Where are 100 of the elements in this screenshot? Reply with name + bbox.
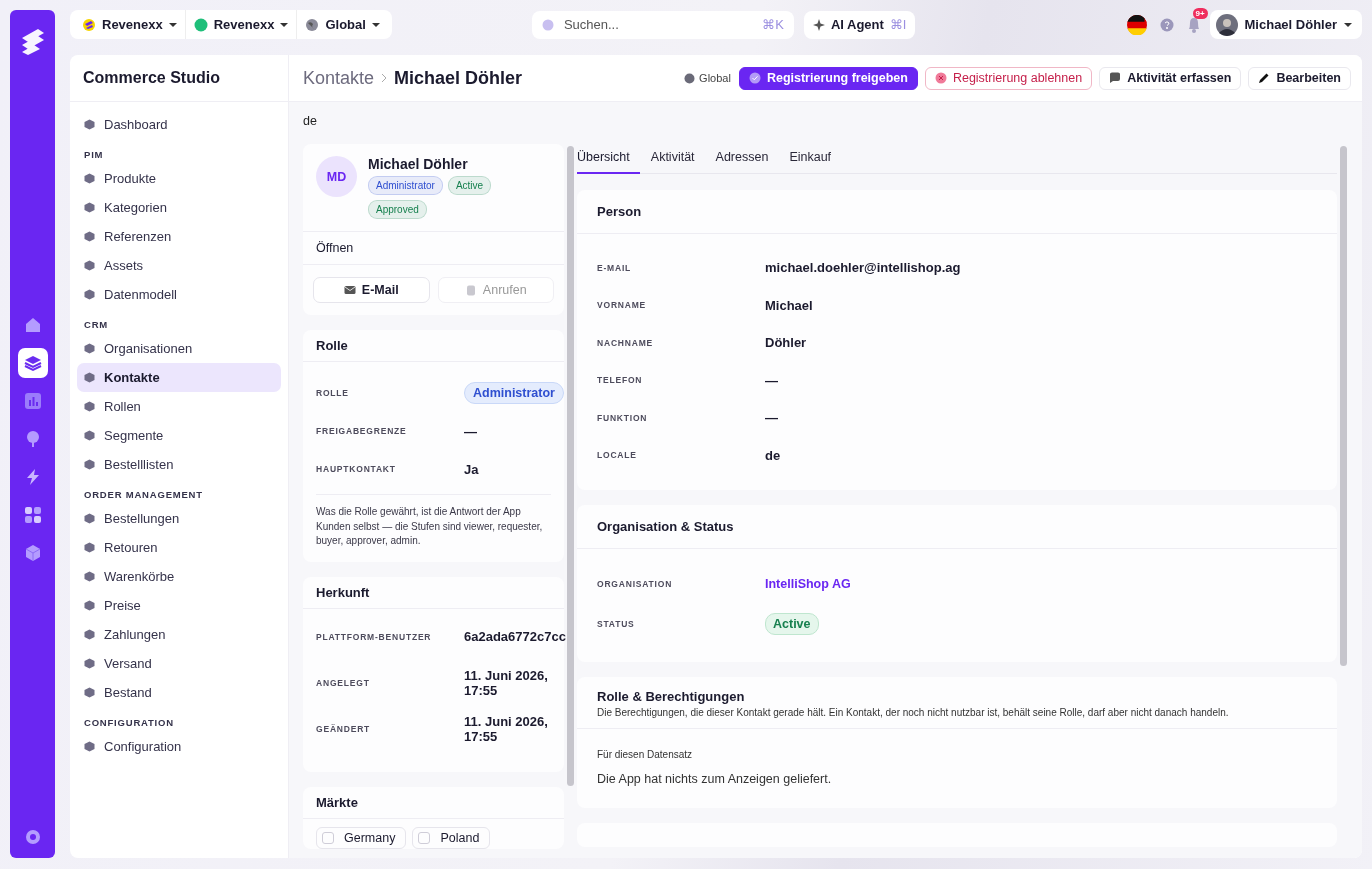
action-button[interactable]: Aktivität erfassen [1099, 66, 1242, 90]
cube-icon [84, 658, 95, 669]
scope-label: Global [699, 72, 731, 84]
nav-item[interactable]: Bestelllisten [77, 450, 281, 479]
section-label: CONFIGURATION [83, 716, 175, 730]
nav-item[interactable]: Bestand [77, 678, 281, 707]
cube-icon [84, 687, 95, 698]
cube-icon [84, 202, 95, 213]
field-label: ROLLE [316, 388, 350, 398]
help-icon[interactable] [1159, 17, 1174, 32]
nav-item[interactable]: Versand [77, 649, 281, 678]
search-input[interactable]: Suchen... [561, 16, 755, 33]
cube-icon [84, 289, 95, 300]
card-title: Person [577, 190, 1337, 234]
tab[interactable]: Einkauf [789, 150, 842, 174]
cube-icon [84, 459, 95, 470]
nav-item[interactable]: Warenkörbe [77, 562, 281, 591]
tab[interactable]: Aktivität [650, 150, 705, 174]
chevron-icon [381, 73, 388, 83]
contact-name: Michael Döhler [368, 156, 469, 172]
card-title: Herkunft [303, 576, 564, 609]
nav-item[interactable]: Datenmodell [77, 280, 281, 309]
nav-item[interactable]: Zahlungen [77, 620, 281, 649]
context-switcher[interactable]: Global [297, 10, 388, 39]
market-checkbox[interactable]: Germany [316, 826, 407, 849]
nav-item[interactable]: Produkte [77, 164, 281, 193]
bell-icon[interactable] [1186, 16, 1201, 33]
field-label: NACHNAME [597, 337, 654, 348]
market-checkbox[interactable]: Poland [412, 826, 491, 849]
pencil-icon [1258, 72, 1271, 84]
layers-icon [23, 354, 42, 372]
field-value: — [765, 410, 779, 426]
nav-item[interactable]: Organisationen [77, 334, 281, 363]
scrollbar[interactable] [1340, 146, 1347, 666]
globe-icon [684, 72, 696, 84]
tab[interactable]: Übersicht [577, 150, 640, 174]
nav-item[interactable]: Dashboard [77, 110, 281, 139]
field-value: Döhler [765, 335, 808, 351]
contact-button[interactable]: E-Mail [313, 277, 430, 303]
card-title: Rolle & Berechtigungen [597, 689, 746, 704]
nav-item[interactable]: Referenzen [77, 222, 281, 251]
field-value: Ja [464, 461, 480, 477]
field-value: Michael [765, 297, 814, 313]
organisation-link[interactable]: IntelliShop AG [765, 577, 1317, 591]
nav-item[interactable]: Bestellungen [77, 504, 281, 533]
field-value: michael.doehler@intellishop.ag [765, 260, 962, 276]
nav-item[interactable]: Rollen [77, 392, 281, 421]
nav-item[interactable]: Retouren [77, 533, 281, 562]
brand-icon [82, 17, 96, 32]
cube-icon [84, 430, 95, 441]
field-value: 11. Juni 2026, 17:55 [464, 667, 549, 698]
section-label: ORDER MANAGEMENT [83, 488, 204, 502]
role-badge: Administrator [464, 382, 564, 404]
context-switcher[interactable]: Revenexx [74, 10, 186, 39]
card-subtitle: Die Berechtigungen, die dieser Kontakt gerade hält. Ein Kontakt, der noch nicht nutzbar ist, behält seine Rolle, darf aber nicht danach handeln. [597, 707, 1230, 718]
nav-item[interactable]: Segmente [77, 421, 281, 450]
action-button[interactable]: Registrierung ablehnen [924, 66, 1093, 90]
dot-icon [193, 17, 208, 32]
field-label: GEÄNDERT [316, 723, 372, 734]
action-button[interactable]: Bearbeiten [1248, 66, 1351, 90]
ai-agent-button[interactable]: AI Agent ⌘I [803, 10, 916, 39]
germany-flag-icon[interactable] [1126, 14, 1147, 35]
field-value: 6a2ada6772c7cc [464, 629, 566, 644]
nav-item[interactable]: Kategorien [77, 193, 281, 222]
breadcrumb-link[interactable]: Kontakte [303, 67, 375, 89]
user-menu[interactable]: Michael Döhler [1209, 10, 1362, 39]
card-title: Rolle [303, 330, 564, 362]
field-value: 11. Juni 2026, 17:55 [464, 713, 549, 744]
cube-icon [84, 571, 95, 582]
nav-item[interactable]: Configuration [77, 732, 281, 761]
app-title: Commerce Studio [70, 55, 288, 102]
nav-item[interactable]: Assets [77, 251, 281, 280]
empty-state-text: Die App hat nichts zum Anzeigen geliefert. [596, 771, 833, 788]
field-label: HAUPTKONTAKT [316, 464, 397, 474]
rail-button[interactable] [17, 348, 48, 378]
field-label: FREIGABEGRENZE [316, 426, 408, 436]
status-badge: Approved [368, 200, 427, 219]
card-title: Organisation & Status [577, 505, 1337, 549]
sparkle-icon [812, 18, 825, 31]
nav-item[interactable]: Preise [77, 591, 281, 620]
scrollbar[interactable] [567, 146, 574, 786]
notification-badge: 9+ [1192, 7, 1208, 19]
section-label: Für diesen Datensatz [596, 748, 694, 760]
context-switcher[interactable]: Revenexx [185, 10, 298, 39]
cube-icon [84, 401, 95, 412]
settings-icon[interactable] [23, 828, 42, 846]
chart-icon [23, 392, 42, 410]
tab[interactable]: Adressen [715, 150, 779, 174]
apps-icon [23, 506, 42, 524]
nav-item[interactable]: Kontakte [77, 363, 281, 392]
cube-icon [84, 260, 95, 271]
check-circle-icon [748, 72, 761, 84]
cube-icon [84, 741, 95, 752]
chat-icon [1109, 72, 1122, 84]
field-label: ANGELEGT [316, 677, 371, 688]
cube-icon [84, 119, 95, 130]
open-link[interactable]: Öffnen [316, 241, 354, 255]
action-button[interactable]: Registrierung freigeben [738, 66, 918, 90]
section-label: CRM [83, 318, 110, 332]
cube-icon [84, 629, 95, 640]
